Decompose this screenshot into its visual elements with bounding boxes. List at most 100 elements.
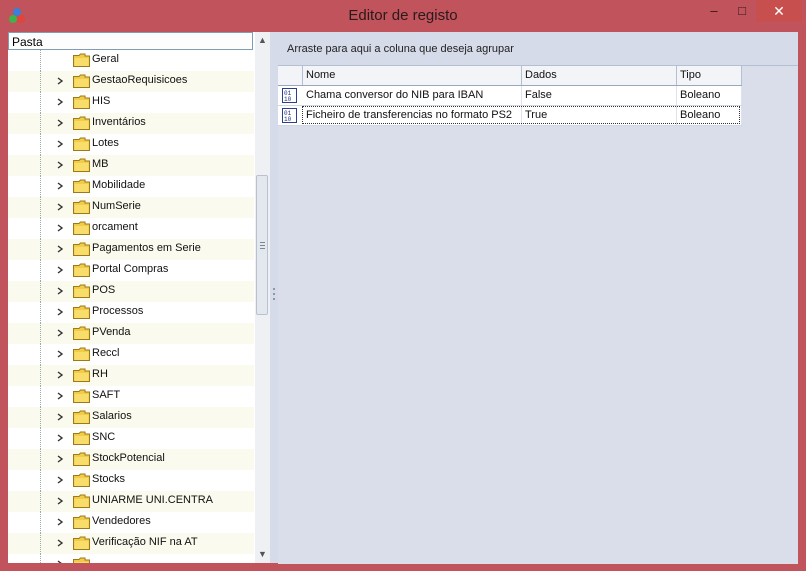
cell-dados: False: [522, 86, 677, 105]
folder-icon: [73, 347, 90, 361]
scroll-thumb[interactable]: [256, 175, 268, 315]
tree-guide-line: [40, 92, 41, 113]
tree-item[interactable]: POS: [8, 281, 254, 302]
chevron-right-icon[interactable]: [56, 182, 64, 190]
title-bar[interactable]: Editor de registo – □ ✕: [0, 0, 806, 32]
tree-item[interactable]: UNIARME UNI.CENTRA: [8, 491, 254, 512]
scroll-up-arrow-icon[interactable]: ▲: [257, 35, 268, 45]
tree-item[interactable]: Lotes: [8, 134, 254, 155]
chevron-right-icon[interactable]: [56, 119, 64, 127]
tree-item[interactable]: Pagamentos em Serie: [8, 239, 254, 260]
tree-item-label: StockPotencial: [92, 452, 165, 464]
tree-item-label: Salarios: [92, 410, 132, 422]
tree-item[interactable]: Mobilidade: [8, 176, 254, 197]
chevron-right-icon[interactable]: [56, 77, 64, 85]
folder-icon: [73, 74, 90, 88]
folder-icon: [73, 53, 90, 67]
tree-guide-line: [40, 365, 41, 386]
folder-tree[interactable]: Pasta Geral GestaoRequisicoes HIS Inventári…: [8, 32, 271, 563]
tree-item[interactable]: SNC: [8, 428, 254, 449]
chevron-right-icon[interactable]: [56, 434, 64, 442]
column-header-dados[interactable]: Dados: [522, 66, 677, 85]
folder-icon: [73, 242, 90, 256]
tree-guide-line: [40, 281, 41, 302]
tree-item-label: MB: [92, 158, 109, 170]
tree-item[interactable]: Inventários: [8, 113, 254, 134]
tree-item[interactable]: [8, 554, 254, 563]
tree-item[interactable]: Processos: [8, 302, 254, 323]
tree-item[interactable]: NumSerie: [8, 197, 254, 218]
tree-item[interactable]: Geral: [8, 50, 254, 71]
tree-item-label: Verificação NIF na AT: [92, 536, 198, 548]
tree-item-label: NumSerie: [92, 200, 141, 212]
chevron-right-icon[interactable]: [56, 266, 64, 274]
tree-item-label: SAFT: [92, 389, 121, 401]
tree-header[interactable]: Pasta: [8, 32, 253, 50]
registry-value-icon: 01 10: [282, 88, 297, 103]
header-indicator: [278, 66, 303, 85]
tree-guide-line: [40, 533, 41, 554]
tree-item[interactable]: orcament: [8, 218, 254, 239]
tree-item[interactable]: Stocks: [8, 470, 254, 491]
chevron-right-icon[interactable]: [56, 287, 64, 295]
tree-item[interactable]: Salarios: [8, 407, 254, 428]
chevron-right-icon[interactable]: [56, 350, 64, 358]
chevron-right-icon[interactable]: [56, 497, 64, 505]
chevron-right-icon[interactable]: [56, 308, 64, 316]
tree-item[interactable]: Vendedores: [8, 512, 254, 533]
table-row[interactable]: 01 10 Chama conversor do NIB para IBAN F…: [278, 86, 742, 106]
chevron-right-icon[interactable]: [56, 560, 64, 563]
cell-nome: Chama conversor do NIB para IBAN: [303, 86, 522, 105]
chevron-right-icon[interactable]: [56, 161, 64, 169]
tree-item[interactable]: StockPotencial: [8, 449, 254, 470]
tree-item[interactable]: PVenda: [8, 323, 254, 344]
chevron-right-icon[interactable]: [56, 392, 64, 400]
maximize-button[interactable]: □: [728, 0, 756, 22]
chevron-right-icon[interactable]: [56, 539, 64, 547]
tree-guide-line: [40, 407, 41, 428]
tree-item[interactable]: Verificação NIF na AT: [8, 533, 254, 554]
chevron-right-icon[interactable]: [56, 413, 64, 421]
scroll-down-arrow-icon[interactable]: ▼: [257, 549, 268, 559]
group-by-hint: Arraste para aqui a coluna que deseja ag…: [287, 43, 514, 55]
chevron-right-icon[interactable]: [56, 518, 64, 526]
chevron-right-icon[interactable]: [56, 245, 64, 253]
folder-icon: [73, 452, 90, 466]
tree-guide-line: [40, 71, 41, 92]
tree-item[interactable]: Reccl: [8, 344, 254, 365]
chevron-right-icon[interactable]: [56, 371, 64, 379]
tree-item-label: HIS: [92, 95, 111, 107]
folder-icon: [73, 137, 90, 151]
tree-item[interactable]: Portal Compras: [8, 260, 254, 281]
tree-item[interactable]: SAFT: [8, 386, 254, 407]
tree-item[interactable]: MB: [8, 155, 254, 176]
column-header-nome[interactable]: Nome: [303, 66, 522, 85]
chevron-right-icon[interactable]: [56, 476, 64, 484]
chevron-right-icon[interactable]: [56, 455, 64, 463]
chevron-right-icon[interactable]: [56, 224, 64, 232]
chevron-right-icon[interactable]: [56, 329, 64, 337]
chevron-right-icon[interactable]: [56, 98, 64, 106]
tree-item[interactable]: RH: [8, 365, 254, 386]
tree-item-label: POS: [92, 284, 116, 296]
close-button[interactable]: ✕: [756, 0, 802, 22]
group-by-panel[interactable]: Arraste para aqui a coluna que deseja ag…: [278, 32, 798, 64]
tree-item-label: orcament: [92, 221, 138, 233]
folder-icon: [73, 368, 90, 382]
folder-icon: [73, 221, 90, 235]
tree-item-label: RH: [92, 368, 108, 380]
panel-splitter[interactable]: [270, 32, 278, 563]
tree-item[interactable]: HIS: [8, 92, 254, 113]
folder-icon: [73, 326, 90, 340]
column-header-tipo[interactable]: Tipo: [677, 66, 742, 85]
tree-scrollbar[interactable]: ▲ ▼: [255, 32, 270, 563]
tree-item[interactable]: GestaoRequisicoes: [8, 71, 254, 92]
minimize-button[interactable]: –: [700, 0, 728, 22]
tree-guide-line: [40, 260, 41, 281]
table-row[interactable]: 01 10 Ficheiro de transferencias no form…: [278, 106, 742, 126]
chevron-right-icon[interactable]: [56, 203, 64, 211]
chevron-right-icon[interactable]: [56, 140, 64, 148]
tree-item-label: Portal Compras: [92, 263, 169, 275]
tree-item-label: Processos: [92, 305, 144, 317]
folder-icon: [73, 557, 90, 563]
